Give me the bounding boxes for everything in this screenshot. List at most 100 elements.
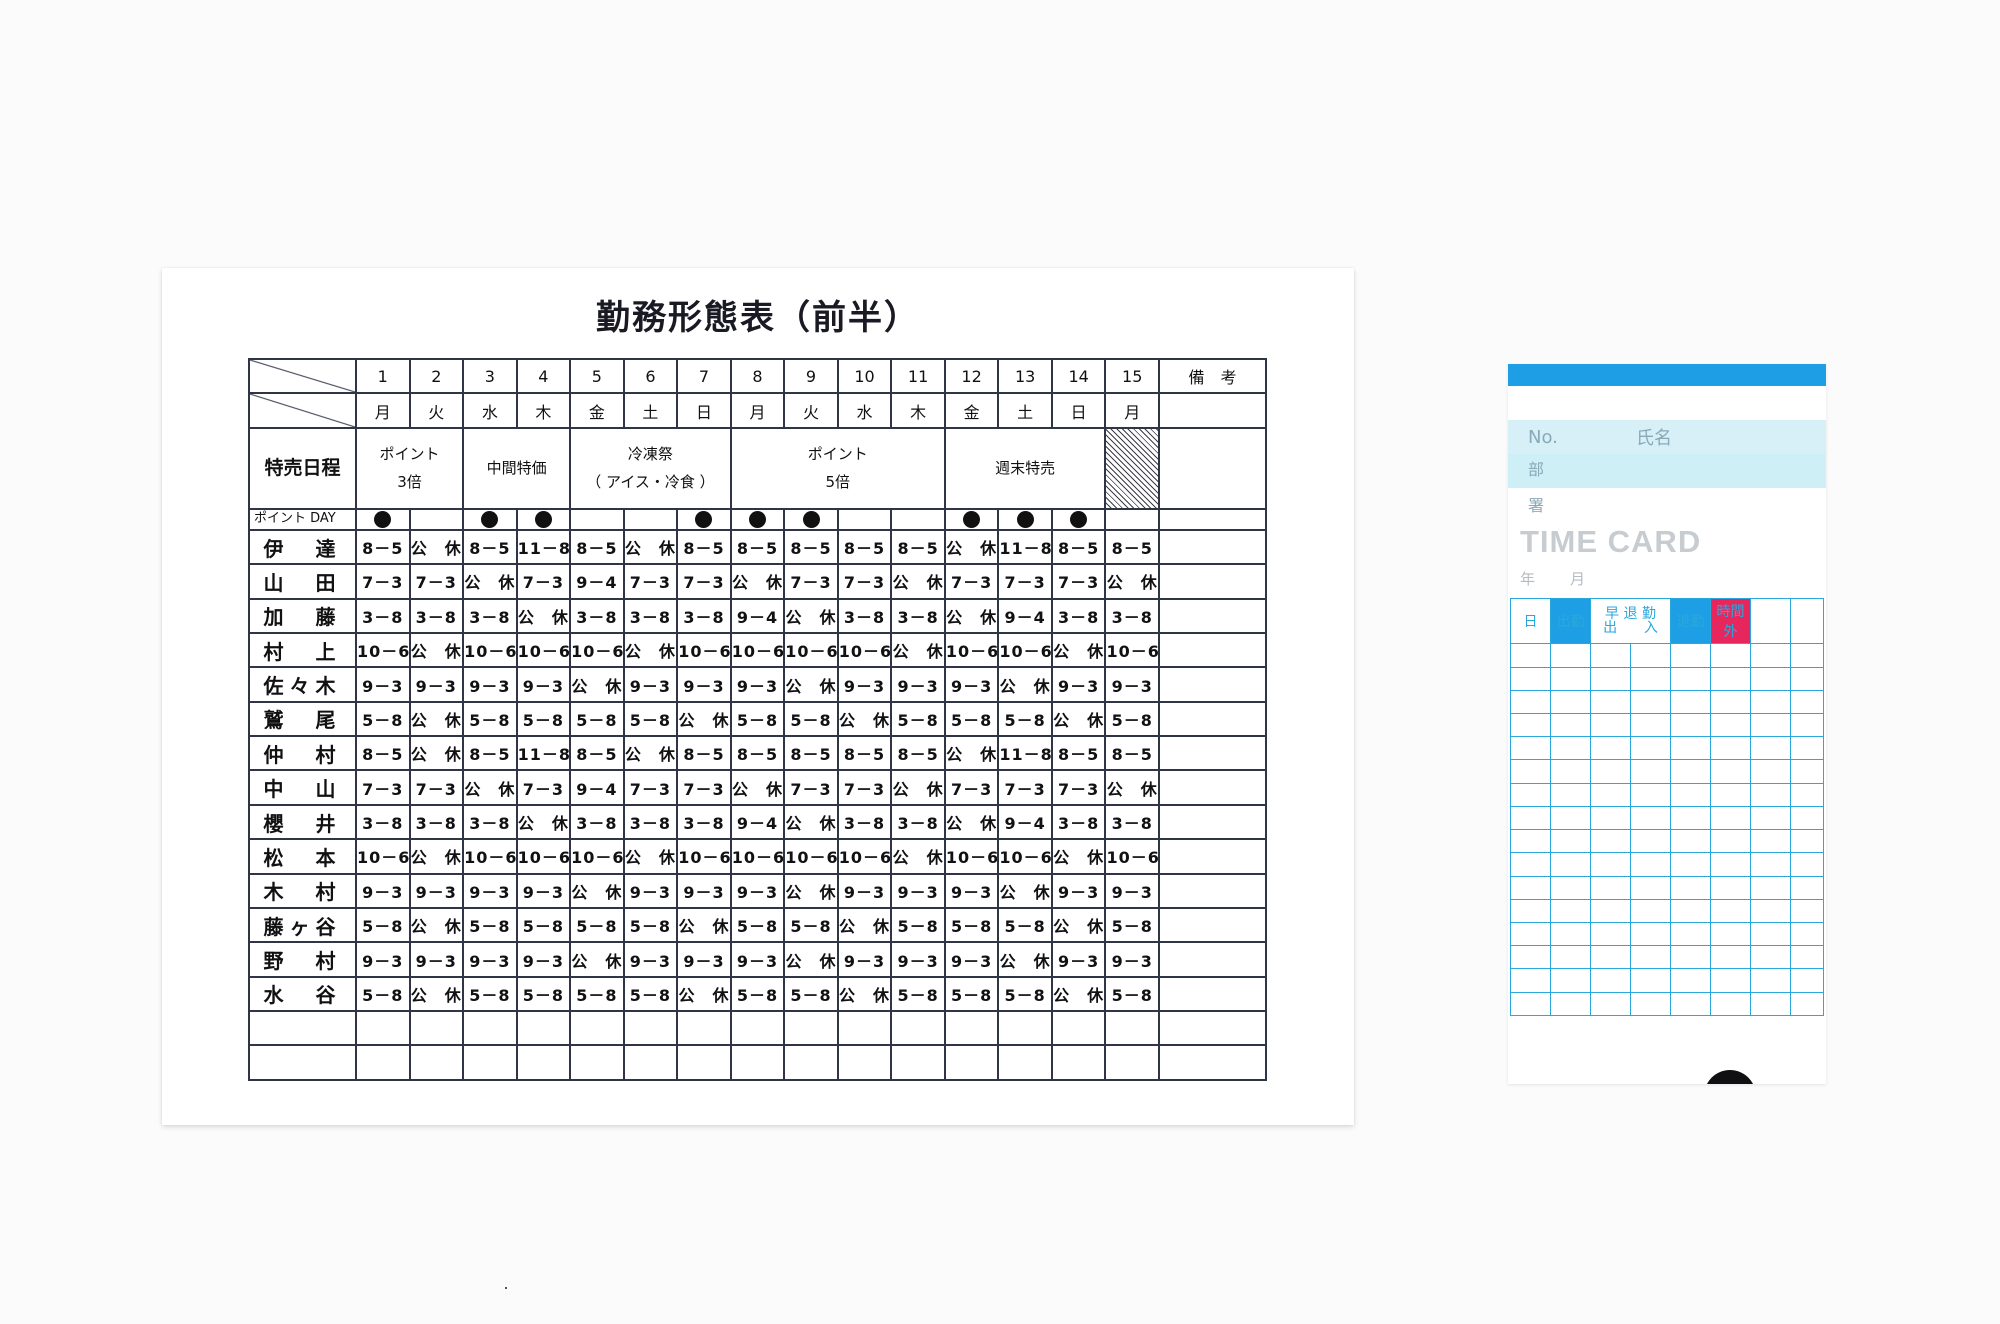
time-card-row <box>1510 829 1824 854</box>
shift-cell: 8－5 <box>355 735 411 772</box>
sale-event: 中間特価 <box>462 426 572 511</box>
shift-cell: 7－3 <box>408 769 465 806</box>
shift-cell: 9－3 <box>836 872 893 909</box>
shift-cell: 7－3 <box>997 769 1053 806</box>
shift-cell: 10－6 <box>355 838 411 875</box>
time-card-cell <box>1550 689 1591 715</box>
time-card-cell <box>1710 736 1752 761</box>
time-card-cell <box>1710 782 1752 807</box>
time-card-cell <box>1790 759 1824 784</box>
col-extra-header-2 <box>1790 597 1824 645</box>
time-card-cell <box>1790 736 1824 761</box>
shift-cell: 9－3 <box>1104 666 1160 703</box>
shift-cell: 公 休 <box>836 975 893 1013</box>
blank-row <box>248 1010 1267 1047</box>
weekday: 月 <box>1104 392 1160 429</box>
time-card-row <box>1510 852 1824 877</box>
staff-name: 野 村 <box>248 941 357 978</box>
time-card-cell <box>1510 875 1551 900</box>
shift-cell: 7－3 <box>943 769 1000 806</box>
time-card-cell <box>1790 805 1824 831</box>
shift-cell: 公 休 <box>836 906 893 944</box>
staff-name: 藤ヶ谷 <box>248 906 357 944</box>
remarks-cell <box>1158 631 1267 669</box>
corner-cell <box>248 357 357 395</box>
staff-row: 野 村 9－3 9－3 9－3 9－3 公 休 9－3 9－3 9－3 公 休 9－3 9－3 9－3 公… <box>248 941 1267 978</box>
shift-cell: 3－8 <box>355 803 411 841</box>
shift-cell: 公 休 <box>462 563 518 600</box>
shift-cell: 10－6 <box>355 631 411 669</box>
time-card-cell <box>1510 759 1551 784</box>
time-card-cell <box>1629 782 1672 807</box>
shift-cell: 公 休 <box>997 941 1053 978</box>
time-card-cell <box>1670 968 1712 993</box>
col-out-header: 退勤 <box>1670 597 1712 645</box>
shift-cell: 9－4 <box>569 563 625 600</box>
time-card-cell <box>1670 782 1712 807</box>
time-card-cell <box>1750 991 1792 1017</box>
shift-cell: 5－8 <box>462 975 518 1013</box>
day-number: 3 <box>462 357 518 395</box>
shift-cell: 10－6 <box>569 631 625 669</box>
shift-cell: 9－3 <box>729 941 786 978</box>
shift-cell: 8－5 <box>569 528 625 566</box>
point-day-mark-icon <box>1070 511 1088 528</box>
shift-cell: 9－4 <box>729 597 786 634</box>
blank-cell <box>1104 1010 1160 1047</box>
staff-row: 山 田 7－3 7－3 公 休 7－3 9－4 7－3 7－3 公 休 7－3 7－3 公 休 7－3 7… <box>248 563 1267 600</box>
staff-row: 中 山 7－3 7－3 公 休 7－3 9－4 7－3 7－3 公 休 7－3 7－3 公 休 7－3 7… <box>248 769 1267 806</box>
shift-cell: 公 休 <box>462 769 518 806</box>
shift-cell: 5－8 <box>1104 700 1160 738</box>
time-card-cell <box>1510 666 1551 691</box>
point-day-cell <box>783 508 839 531</box>
shift-cell: 8－5 <box>836 528 893 566</box>
point-day-cell <box>515 508 572 531</box>
weekday: 日 <box>676 392 732 429</box>
shift-cell: 10－6 <box>1104 838 1160 875</box>
shift-cell: 7－3 <box>515 563 572 600</box>
shift-cell: 3－8 <box>1050 803 1107 841</box>
weekday: 金 <box>569 392 625 429</box>
shift-cell: 5－8 <box>783 975 839 1013</box>
sale-event-row: 特売日程 ポイント 3倍 中間特価 冷凍祭 （ アイス・冷食 ） ポイント 5倍 週末特売 <box>248 426 1267 511</box>
shift-cell: 公 休 <box>408 631 465 669</box>
shift-cell: 9－3 <box>355 666 411 703</box>
sale-event: 週末特売 <box>943 426 1107 511</box>
point-day-cell <box>462 508 518 531</box>
time-card-row <box>1510 945 1824 970</box>
time-card-cell <box>1510 945 1551 970</box>
shift-cell: 10－6 <box>836 631 893 669</box>
time-card-cell <box>1750 805 1792 831</box>
shift-cell: 公 休 <box>943 528 1000 566</box>
time-card-cell <box>1670 991 1712 1017</box>
staff-row: 櫻 井 3－8 3－8 3－8 公 休 3－8 3－8 3－8 9－4 公 休 3－8 3－8 公 休9… <box>248 803 1267 841</box>
shift-cell: 7－3 <box>836 769 893 806</box>
time-card-cell <box>1750 736 1792 761</box>
blank-cell <box>890 1044 946 1081</box>
shift-cell: 9－3 <box>890 666 946 703</box>
day-number: 10 <box>836 357 893 395</box>
time-card-cell <box>1710 945 1752 970</box>
col-overtime-header: 時間外 <box>1710 597 1752 645</box>
staff-row: 仲 村 8－5 公 休 8－5 11－8 8－5 公 休 8－5 8－5 8－5 8－5 8－5 公 休… <box>248 735 1267 772</box>
shift-cell: 3－8 <box>676 597 732 634</box>
shift-cell: 5－8 <box>462 700 518 738</box>
remarks-cell <box>1158 597 1267 634</box>
shift-cell: 5－8 <box>622 906 679 944</box>
shift-cell: 公 休 <box>408 838 465 875</box>
shift-cell: 9－4 <box>569 769 625 806</box>
time-card-cell <box>1629 921 1672 947</box>
time-card-cell <box>1550 782 1591 807</box>
time-card-cell <box>1590 852 1631 877</box>
hatched-cell <box>1104 426 1160 511</box>
time-card-cell <box>1550 968 1591 993</box>
weekday: 月 <box>355 392 411 429</box>
remarks-cell <box>1158 700 1267 738</box>
shift-cell: 7－3 <box>783 563 839 600</box>
time-card-cell <box>1550 805 1591 831</box>
shift-cell: 10－6 <box>943 631 1000 669</box>
shift-cell: 公 休 <box>1050 975 1107 1013</box>
shift-cell: 公 休 <box>408 700 465 738</box>
shift-cell: 9－3 <box>676 872 732 909</box>
shift-cell: 3－8 <box>1104 597 1160 634</box>
